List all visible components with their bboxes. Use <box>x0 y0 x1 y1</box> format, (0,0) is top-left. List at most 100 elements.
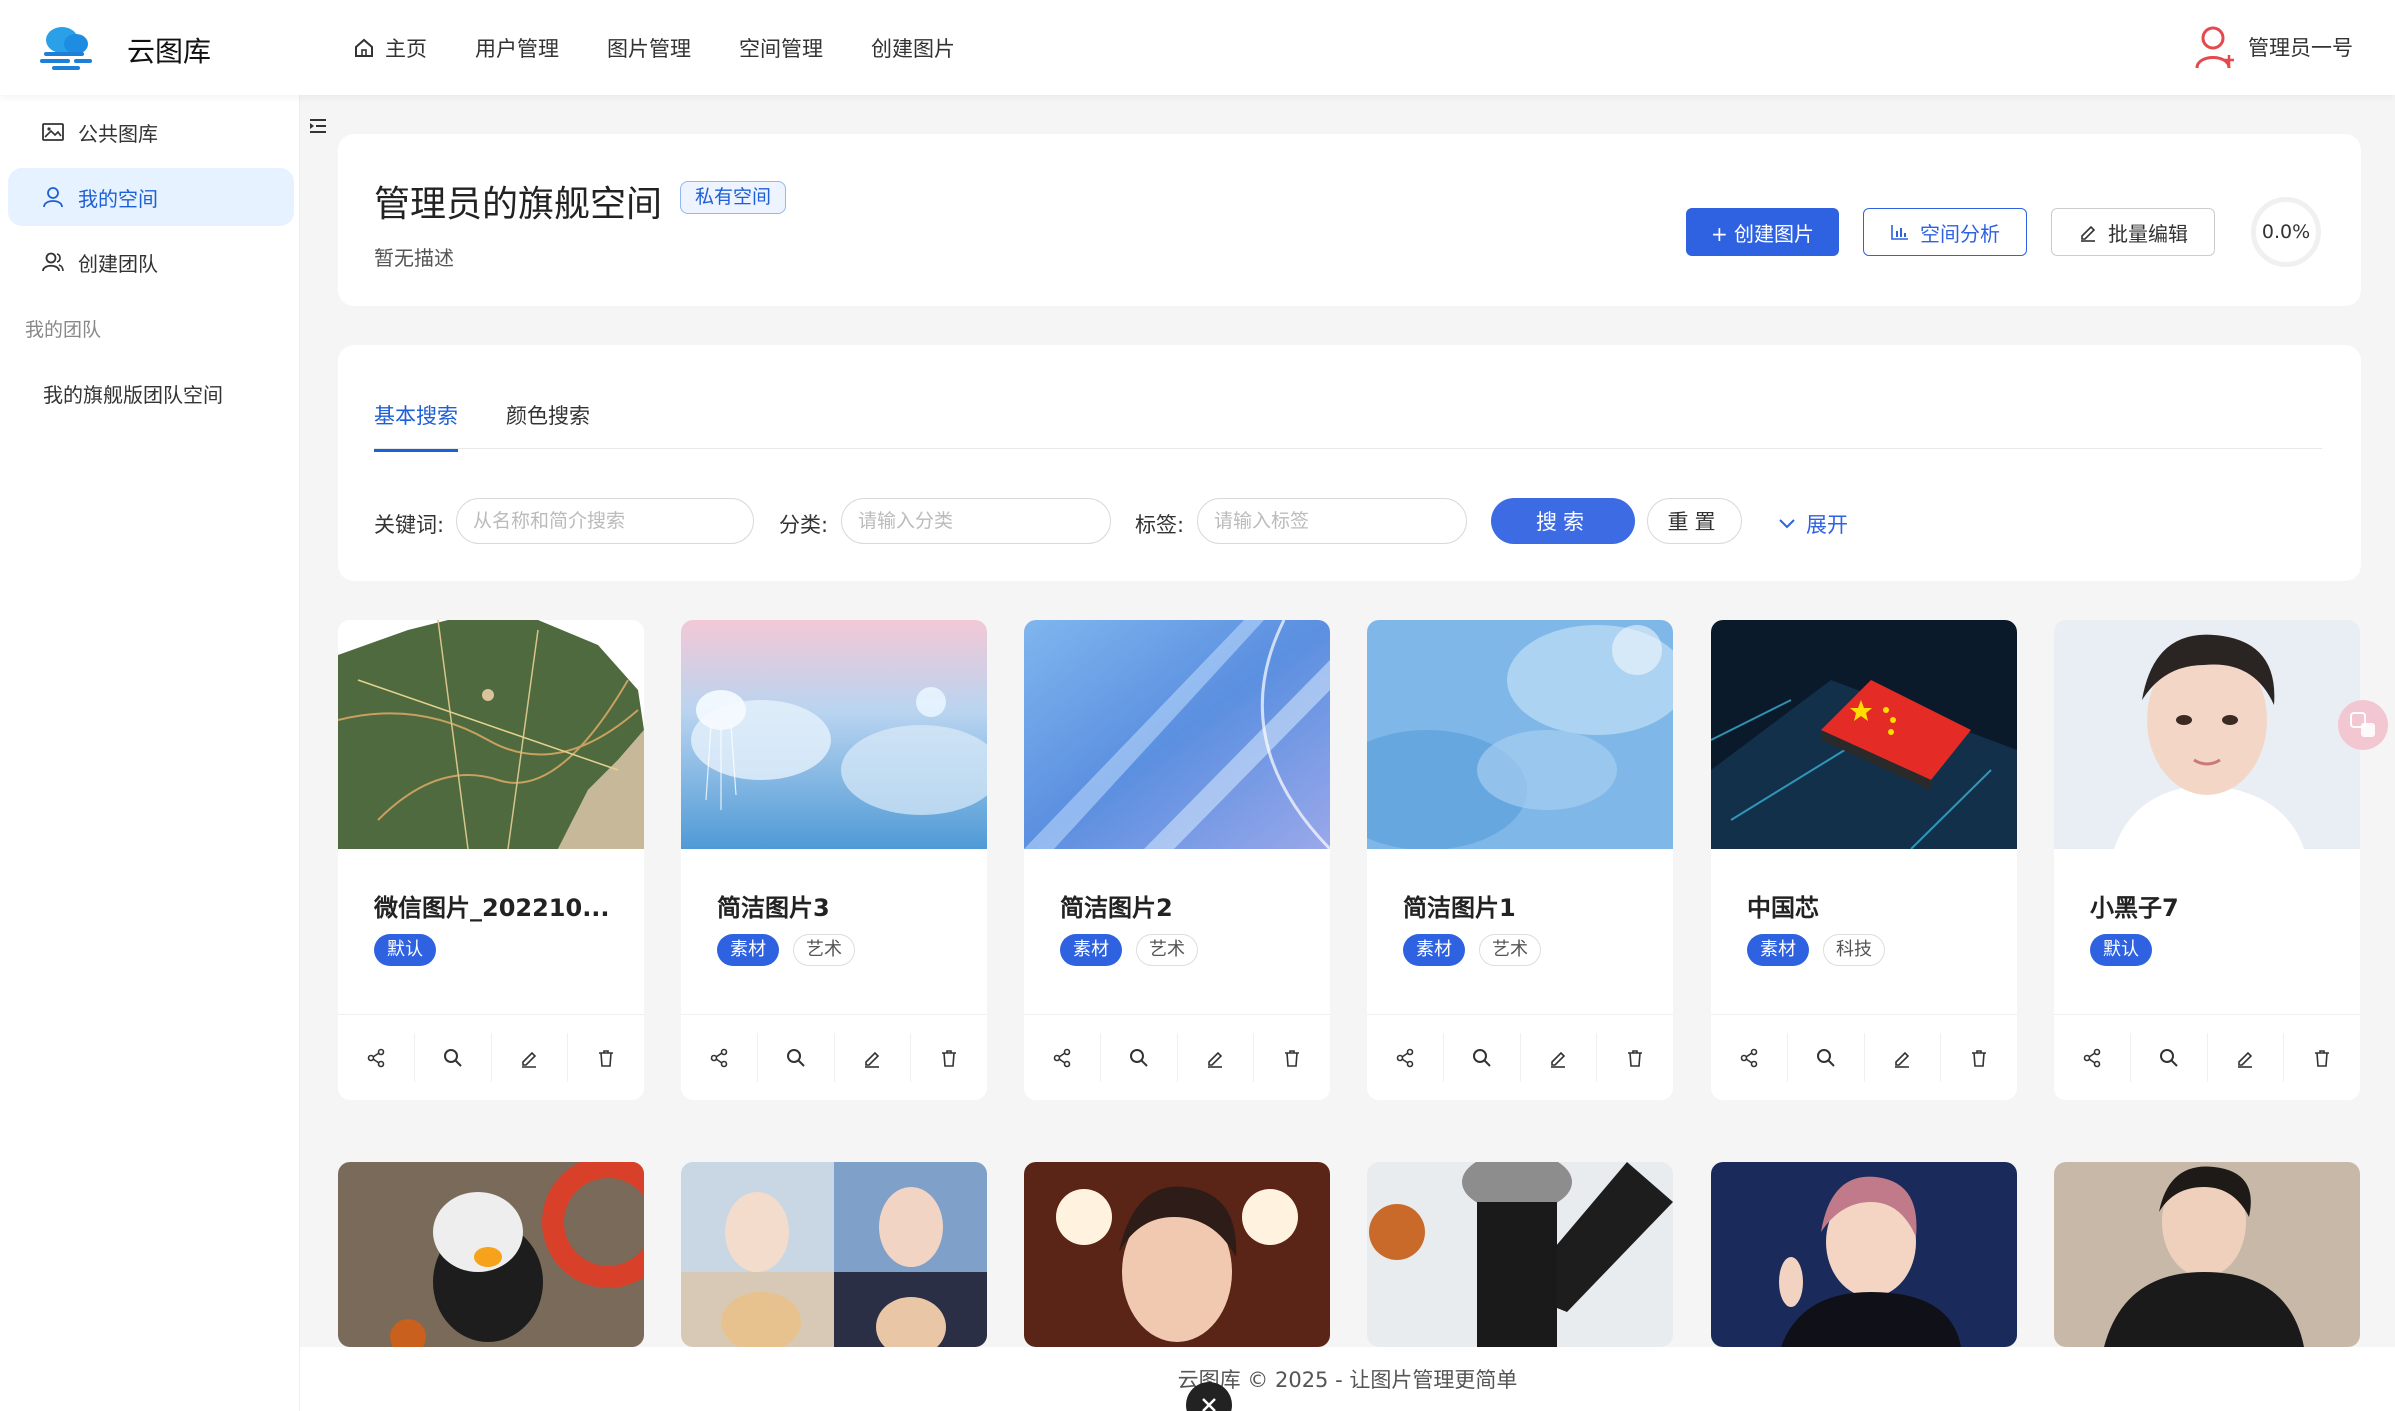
batch-edit-label: 批量编辑 <box>2108 221 2188 246</box>
picture-thumbnail[interactable] <box>2054 620 2360 849</box>
nav-space-management[interactable]: 空间管理 <box>739 33 823 63</box>
share-icon <box>2083 1048 2101 1067</box>
edit-button[interactable] <box>492 1033 569 1082</box>
picture-card[interactable] <box>1367 1162 1673 1347</box>
picture-thumbnail[interactable] <box>1711 1162 2017 1347</box>
share-button[interactable] <box>338 1033 415 1082</box>
menu-collapse-icon[interactable] <box>308 117 328 135</box>
delete-button[interactable] <box>911 1033 987 1082</box>
delete-button[interactable] <box>568 1033 644 1082</box>
sidebar-item-create-team[interactable]: 创建团队 <box>8 233 294 291</box>
home-icon <box>355 38 373 57</box>
brand-name[interactable]: 云图库 <box>127 30 211 70</box>
picture-card[interactable] <box>338 1162 644 1347</box>
edit-button[interactable] <box>1178 1033 1255 1082</box>
nav-user-management[interactable]: 用户管理 <box>475 33 559 63</box>
nav-home[interactable]: 主页 <box>353 33 427 63</box>
delete-button[interactable] <box>1254 1033 1330 1082</box>
edit-button[interactable] <box>2208 1033 2285 1082</box>
search-similar-button[interactable] <box>758 1033 835 1082</box>
nav-picture-management[interactable]: 图片管理 <box>607 33 691 63</box>
batch-edit-button[interactable]: 批量编辑 <box>2051 208 2215 256</box>
tab-color-search[interactable]: 颜色搜索 <box>506 400 590 452</box>
sidebar-item-my-space[interactable]: 我的空间 <box>8 168 294 226</box>
category-input[interactable]: 请输入分类 <box>841 498 1111 544</box>
share-button[interactable] <box>681 1033 758 1082</box>
create-picture-button[interactable]: + 创建图片 <box>1686 208 1839 256</box>
search-button-label: 搜索 <box>1536 510 1590 534</box>
cloud-logo-icon[interactable] <box>38 22 96 72</box>
picture-tags: 素材 科技 <box>1747 934 1885 966</box>
sidebar-group-title: 我的团队 <box>25 319 102 341</box>
share-button[interactable] <box>2054 1033 2131 1082</box>
picture-card[interactable] <box>1024 1162 1330 1347</box>
keyword-label: 关键词: <box>374 513 445 537</box>
picture-thumbnail[interactable] <box>338 620 644 849</box>
tab-basic-search[interactable]: 基本搜索 <box>374 400 458 452</box>
picture-card[interactable]: 中国芯 素材 科技 <box>1711 620 2017 1100</box>
picture-thumbnail[interactable] <box>1024 620 1330 849</box>
picture-actions <box>1367 1014 1673 1100</box>
trash-icon <box>1628 1049 1643 1067</box>
share-button[interactable] <box>1367 1033 1444 1082</box>
search-similar-button[interactable] <box>415 1033 492 1082</box>
user-menu[interactable]: 管理员一号 <box>2194 24 2353 70</box>
picture-actions <box>2054 1014 2360 1100</box>
keyword-input[interactable]: 从名称和简介搜索 <box>456 498 754 544</box>
picture-thumbnail[interactable] <box>338 1162 644 1347</box>
category-tag: 默认 <box>374 934 436 966</box>
user-name: 管理员一号 <box>2248 36 2353 60</box>
category-tag: 默认 <box>2090 934 2152 966</box>
trash-icon <box>1972 1049 1987 1067</box>
picture-card[interactable]: 简洁图片1 素材 艺术 <box>1367 620 1673 1100</box>
search-similar-button[interactable] <box>1788 1033 1865 1082</box>
sidebar-item-label: 公共图库 <box>78 121 158 146</box>
search-similar-button[interactable] <box>1444 1033 1521 1082</box>
picture-thumbnail[interactable] <box>681 1162 987 1347</box>
picture-thumbnail[interactable] <box>1367 1162 1673 1347</box>
picture-card[interactable]: 小黑子7 默认 <box>2054 620 2360 1100</box>
category-tag: 素材 <box>1060 934 1122 966</box>
search-similar-button[interactable] <box>2131 1033 2208 1082</box>
trash-icon <box>1285 1049 1300 1067</box>
edit-button[interactable] <box>835 1033 912 1082</box>
picture-thumbnail[interactable] <box>2054 1162 2360 1347</box>
picture-thumbnail[interactable] <box>1024 1162 1330 1347</box>
delete-button[interactable] <box>1597 1033 1673 1082</box>
space-usage-progress: 0.0% <box>2251 197 2321 267</box>
trash-icon <box>2315 1049 2330 1067</box>
picture-card[interactable]: 简洁图片3 素材 艺术 <box>681 620 987 1100</box>
reset-button[interactable]: 重置 <box>1647 498 1742 544</box>
picture-card[interactable] <box>2054 1162 2360 1347</box>
picture-card[interactable]: 简洁图片2 素材 艺术 <box>1024 620 1330 1100</box>
picture-card[interactable] <box>1711 1162 2017 1347</box>
space-usage-value: 0.0% <box>2261 221 2311 243</box>
edit-icon <box>1895 1051 1910 1068</box>
share-button[interactable] <box>1024 1033 1101 1082</box>
nav-create-picture[interactable]: 创建图片 <box>871 33 955 63</box>
edit-button[interactable] <box>1865 1033 1942 1082</box>
search-similar-button[interactable] <box>1101 1033 1178 1082</box>
share-icon <box>1053 1048 1071 1067</box>
picture-thumbnail[interactable] <box>1367 620 1673 849</box>
picture-card[interactable]: 微信图片_202210... 默认 <box>338 620 644 1100</box>
nav-create-picture-label: 创建图片 <box>871 36 955 61</box>
trash-icon <box>942 1049 957 1067</box>
picture-card[interactable] <box>681 1162 987 1347</box>
delete-button[interactable] <box>1941 1033 2017 1082</box>
delete-button[interactable] <box>2284 1033 2360 1082</box>
footer-text: 云图库 © 2025 - 让图片管理更简单 <box>1177 1368 1518 1392</box>
edit-icon <box>522 1051 537 1068</box>
sidebar-item-public-gallery[interactable]: 公共图库 <box>8 103 294 161</box>
share-button[interactable] <box>1711 1033 1788 1082</box>
search-button[interactable]: 搜索 <box>1491 498 1635 544</box>
expand-toggle[interactable]: 展开 <box>1778 509 1848 539</box>
sidebar-item-team-space[interactable]: 我的旗舰版团队空间 <box>43 379 223 408</box>
edit-button[interactable] <box>1521 1033 1598 1082</box>
edit-icon <box>1208 1051 1223 1068</box>
picture-thumbnail[interactable] <box>681 620 987 849</box>
tag-input[interactable]: 请输入标签 <box>1197 498 1467 544</box>
translate-float-button[interactable] <box>2338 700 2388 750</box>
picture-thumbnail[interactable] <box>1711 620 2017 849</box>
space-analysis-button[interactable]: 空间分析 <box>1863 208 2027 256</box>
